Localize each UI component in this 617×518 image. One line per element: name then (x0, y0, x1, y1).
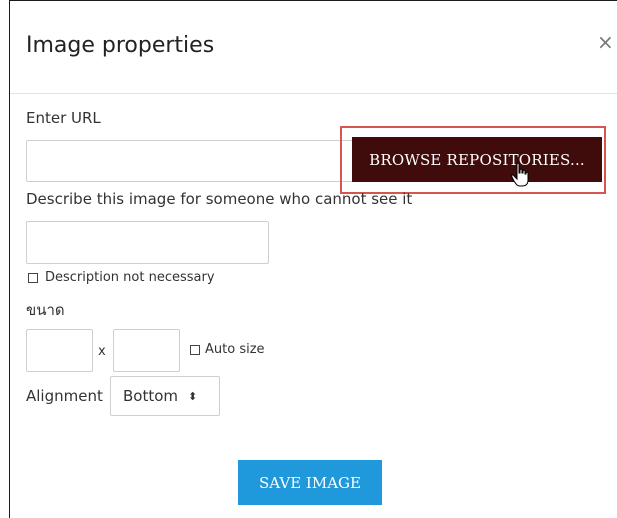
size-label: ขนาด (26, 301, 65, 319)
enter-url-label: Enter URL (26, 109, 101, 127)
height-input[interactable] (113, 329, 180, 372)
width-input[interactable] (26, 329, 93, 372)
description-not-necessary-checkbox[interactable] (28, 273, 38, 283)
hand-cursor-icon (511, 162, 529, 187)
alignment-select[interactable]: Bottom ⬍ (110, 376, 220, 416)
size-separator: x (98, 344, 106, 359)
select-caret-icon: ⬍ (188, 389, 198, 403)
url-input[interactable] (26, 140, 356, 182)
browse-repositories-button[interactable]: BROWSE REPOSITORIES... (352, 137, 602, 182)
auto-size-label: Auto size (205, 342, 265, 357)
save-image-button[interactable]: SAVE IMAGE (238, 460, 382, 505)
description-input[interactable] (26, 221, 269, 264)
alignment-label: Alignment (26, 387, 103, 405)
alignment-selected-value: Bottom (123, 387, 179, 405)
close-icon[interactable]: × (597, 32, 614, 52)
auto-size-checkbox[interactable] (190, 345, 200, 355)
description-label: Describe this image for someone who cann… (26, 190, 413, 208)
description-not-necessary-label: Description not necessary (45, 270, 215, 285)
dialog-title: Image properties (26, 33, 215, 58)
dialog-header: Image properties × (10, 1, 617, 94)
